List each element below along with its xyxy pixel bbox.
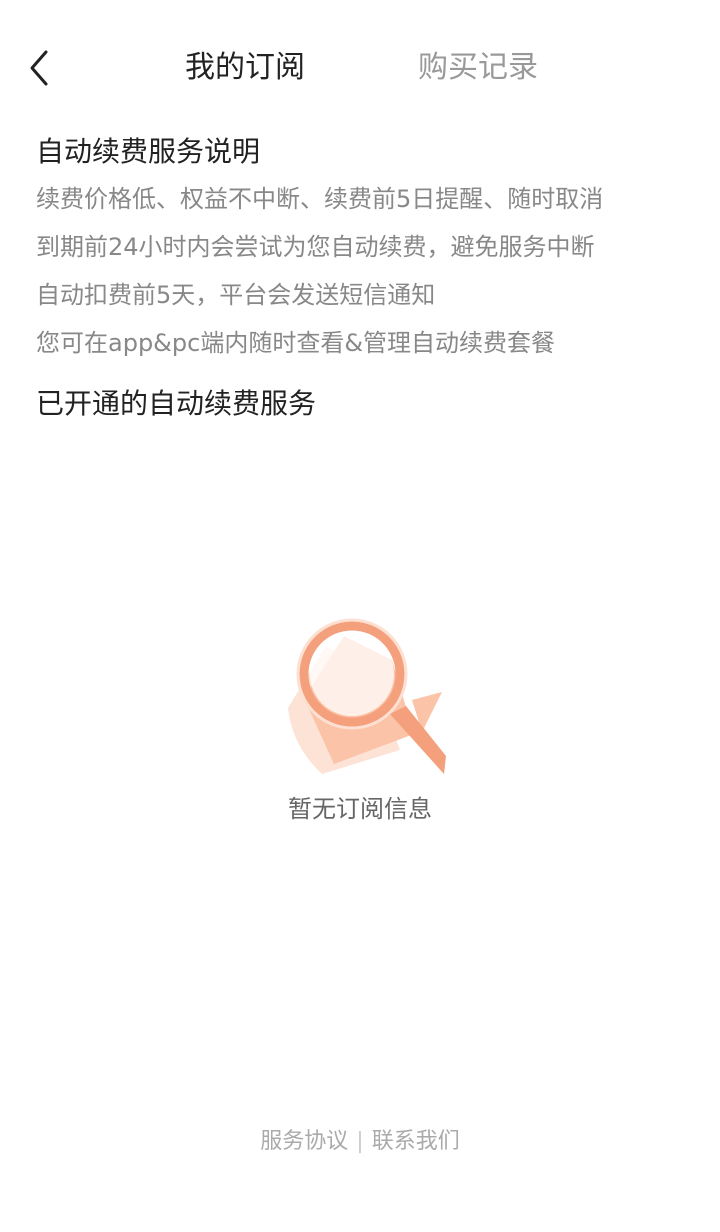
active-services-title: 已开通的自动续费服务 [36,387,317,420]
intro-line: 续费价格低、权益不中断、续费前5日提醒、随时取消 [36,185,604,213]
back-button[interactable] [22,46,62,90]
footer-links: 服务协议 | 联系我们 [0,1126,720,1158]
tab-purchase-history[interactable]: 购买记录 [418,46,538,90]
footer-separator: | [356,1129,364,1154]
header-bar: 我的订阅 购买记录 [0,0,720,136]
magnifier-empty-icon [288,618,446,774]
tab-my-subscriptions[interactable]: 我的订阅 [185,46,305,90]
chevron-left-icon [30,50,48,86]
empty-message: 暂无订阅信息 [288,795,432,823]
intro-line: 到期前24小时内会尝试为您自动续费，避免服务中断 [36,233,595,261]
contact-us-link[interactable]: 联系我们 [372,1129,460,1154]
intro-line: 自动扣费前5天，平台会发送短信通知 [36,281,436,309]
intro-title: 自动续费服务说明 [36,135,261,168]
intro-line: 您可在app&pc端内随时查看&管理自动续费套餐 [36,329,556,357]
service-agreement-link[interactable]: 服务协议 [260,1129,348,1154]
